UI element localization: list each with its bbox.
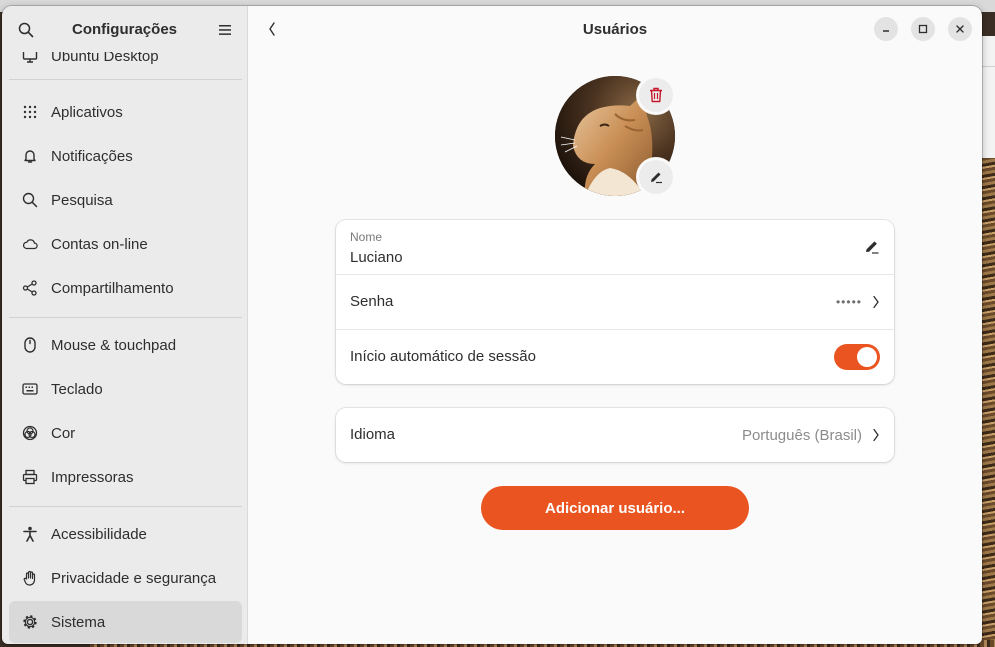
maximize-icon: [918, 24, 928, 34]
background-window: [980, 36, 995, 161]
sidebar-separator: [9, 506, 242, 507]
sidebar-item-sistema[interactable]: Sistema: [9, 601, 242, 643]
sidebar-item-aplicativos[interactable]: Aplicativos: [9, 91, 242, 133]
sidebar-item-teclado[interactable]: Teclado: [9, 368, 242, 410]
minimize-button[interactable]: [874, 17, 898, 41]
sidebar-item-privacidade[interactable]: Privacidade e segurança: [9, 557, 242, 599]
hamburger-menu-icon: [219, 25, 231, 35]
sidebar-item-label: Sistema: [51, 613, 106, 631]
cloud-icon: [22, 236, 38, 252]
sidebar-item-impressoras[interactable]: Impressoras: [9, 456, 242, 498]
name-value[interactable]: Luciano: [350, 249, 403, 266]
gear-icon: [22, 614, 38, 630]
trash-icon: [650, 87, 662, 103]
sidebar-separator: [9, 317, 242, 318]
password-mask: •••••: [835, 295, 862, 309]
sidebar-item-label: Mouse & touchpad: [51, 336, 177, 354]
sidebar-item-notificacoes[interactable]: Notificações: [9, 135, 242, 177]
sidebar-item-contas-online[interactable]: Contas on-line: [9, 223, 242, 265]
sidebar-item-ubuntu-desktop[interactable]: Ubuntu Desktop: [9, 52, 242, 77]
sidebar-separator: [9, 79, 242, 80]
users-panel: Usuários Nome Luciano Senha ••••• Início…: [248, 6, 982, 644]
language-row[interactable]: Idioma Português (Brasil): [336, 408, 894, 462]
pencil-icon: [866, 241, 879, 254]
autologin-row: Início automático de sessão: [336, 330, 894, 384]
accessibility-icon: [22, 526, 38, 542]
autologin-switch[interactable]: [834, 344, 880, 370]
settings-window: Configurações Ubuntu Desktop Aplicativos: [2, 6, 982, 644]
pencil-icon: [651, 172, 662, 184]
keyboard-icon: [22, 381, 38, 397]
sidebar-item-label: Ubuntu Desktop: [51, 52, 159, 65]
sidebar-item-label: Compartilhamento: [51, 279, 174, 297]
remove-avatar-button[interactable]: [639, 78, 673, 112]
language-label: Idioma: [350, 426, 396, 443]
share-icon: [22, 280, 38, 296]
sidebar-item-mouse-touchpad[interactable]: Mouse & touchpad: [9, 324, 242, 366]
sidebar-item-label: Impressoras: [51, 468, 134, 486]
sidebar-item-pesquisa[interactable]: Pesquisa: [9, 179, 242, 221]
sidebar-item-acessibilidade[interactable]: Acessibilidade: [9, 513, 242, 555]
name-row: Nome Luciano: [336, 220, 894, 275]
header-bar: Usuários: [248, 6, 982, 52]
maximize-button[interactable]: [911, 17, 935, 41]
user-details-card: Nome Luciano Senha ••••• Início automáti…: [336, 220, 894, 384]
add-user-button[interactable]: Adicionar usuário...: [481, 486, 749, 530]
edit-avatar-button[interactable]: [639, 160, 673, 194]
language-card: Idioma Português (Brasil): [336, 408, 894, 462]
desktop-wallpaper: [981, 158, 995, 647]
desktop-icon: [22, 52, 38, 64]
name-label: Nome: [350, 230, 383, 244]
switch-knob: [857, 347, 877, 367]
edit-name-button[interactable]: [864, 220, 880, 274]
sidebar-header: Configurações: [2, 6, 247, 52]
printer-icon: [22, 469, 38, 485]
main-menu-button[interactable]: [215, 20, 235, 40]
page-title: Usuários: [582, 21, 648, 38]
sidebar-item-label: Acessibilidade: [51, 525, 147, 543]
sidebar-list: Ubuntu Desktop Aplicativos Notificações: [2, 52, 247, 644]
bell-icon: [22, 148, 38, 164]
hand-icon: [22, 570, 38, 586]
sidebar-item-compartilhamento[interactable]: Compartilhamento: [9, 267, 242, 309]
password-row[interactable]: Senha •••••: [336, 275, 894, 330]
sidebar-item-label: Contas on-line: [51, 235, 148, 253]
sidebar-item-label: Privacidade e segurança: [51, 569, 217, 587]
search-icon: [22, 192, 38, 208]
autologin-label: Início automático de sessão: [350, 348, 536, 365]
password-label: Senha: [350, 293, 394, 310]
sidebar: Configurações Ubuntu Desktop Aplicativos: [2, 6, 248, 644]
sidebar-item-cor[interactable]: Cor: [9, 412, 242, 454]
sidebar-item-label: Cor: [51, 424, 76, 442]
avatar-container: [555, 76, 675, 196]
close-icon: [956, 25, 964, 33]
chevron-right-icon: [873, 428, 879, 442]
sidebar-title: Configurações: [71, 21, 177, 38]
chevron-right-icon: [873, 295, 879, 309]
color-icon: [22, 425, 38, 441]
sidebar-item-label: Notificações: [51, 147, 133, 165]
sidebar-item-label: Aplicativos: [51, 103, 123, 121]
minimize-icon: [883, 30, 889, 32]
close-button[interactable]: [948, 17, 972, 41]
mouse-icon: [22, 337, 38, 353]
sidebar-item-label: Teclado: [51, 380, 103, 398]
apps-grid-icon: [22, 104, 38, 120]
sidebar-item-label: Pesquisa: [51, 191, 113, 209]
language-value: Português (Brasil): [741, 426, 862, 444]
